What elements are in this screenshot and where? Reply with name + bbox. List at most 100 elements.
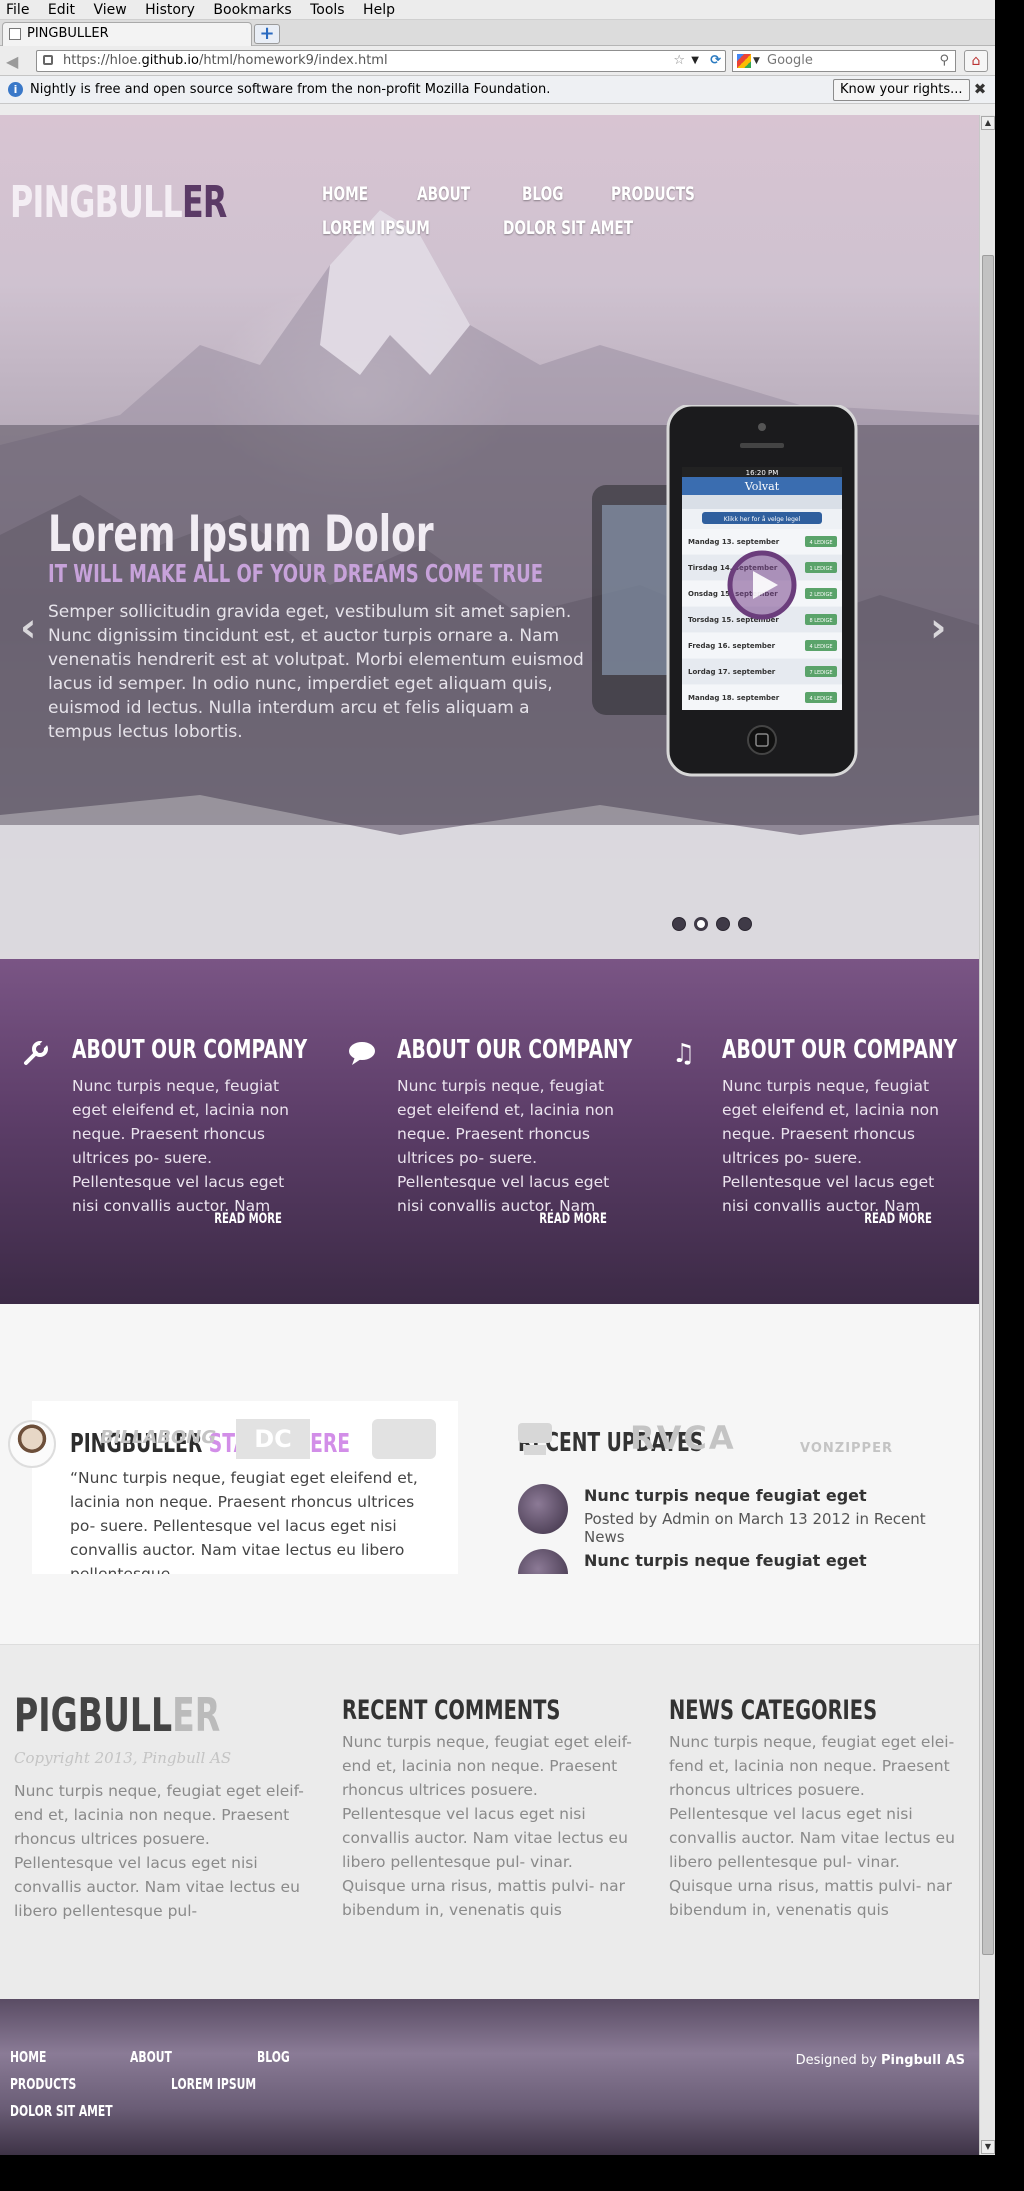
phone-row-badge-text: 2 LEDIGE	[809, 592, 832, 598]
search-bar[interactable]: ▼ Google ⚲	[732, 50, 956, 72]
read-more-link[interactable]: READ MORE	[347, 1211, 607, 1227]
footer-nav-blog[interactable]: BLOG	[257, 2048, 335, 2070]
phone-mockup: 16:20 PM Volvat Klikk her for å velge le…	[590, 403, 870, 795]
brand-figure-icon	[510, 1419, 560, 1459]
phone-row-day: Mandag 13. september	[688, 538, 780, 546]
brand-dc: DC	[236, 1419, 310, 1459]
phone-row-day: Fredag 16. september	[688, 642, 776, 650]
menu-bar: File Edit View History Bookmarks Tools H…	[0, 0, 995, 20]
lock-icon	[43, 55, 53, 65]
slide-text: Semper sollicitudin gravida eget, vestib…	[48, 602, 584, 742]
main-navigation: HOME ABOUT BLOG PRODUCTS LOREM IPSUM DOL…	[322, 183, 782, 251]
new-tab-button[interactable]: +	[254, 24, 280, 44]
recent-comments-text: Nunc turpis neque, feugiat eget eleif- e…	[342, 1733, 632, 1919]
features-section: ABOUT OUR COMPANY Nunc turpis neque, feu…	[0, 959, 979, 1304]
phone-row-badge-text: 4 LEDIGE	[809, 696, 832, 702]
scrollbar-thumb[interactable]	[982, 255, 994, 1955]
page-icon	[9, 28, 21, 40]
nav-lorem-ipsum[interactable]: LOREM IPSUM	[322, 217, 472, 239]
site-logo[interactable]: PINGBULLER	[10, 177, 311, 228]
navigation-bar: ◀ https://hloe.github.io/html/homework9/…	[0, 46, 995, 76]
close-icon[interactable]: ✖	[972, 82, 988, 98]
footer-nav-about[interactable]: ABOUT	[130, 2048, 220, 2070]
logo-accent: ER	[182, 177, 227, 228]
web-page: PINGBULLER HOME ABOUT BLOG PRODUCTS LORE…	[0, 115, 979, 2155]
music-note-icon: ♫	[672, 1039, 696, 1069]
menu-file[interactable]: File	[6, 2, 29, 18]
search-engine-dropdown-icon[interactable]: ▼	[753, 51, 760, 71]
phone-row-badge-text: 4 LEDIGE	[809, 644, 832, 650]
scroll-up-icon[interactable]: ▲	[981, 116, 995, 130]
recent-comments-title: RECENT COMMENTS	[342, 1695, 561, 1726]
phone-row-day: Mandag 18. september	[688, 694, 780, 702]
brand-badge-icon	[372, 1419, 436, 1459]
phone-row-badge-text: 4 LEDIGE	[809, 540, 832, 546]
slider-dot-4[interactable]	[738, 917, 752, 931]
slide-title: Lorem Ipsum Dolor	[48, 505, 434, 563]
reload-icon[interactable]: ⟳	[710, 51, 721, 71]
nav-home[interactable]: HOME	[322, 183, 386, 205]
feature-title: ABOUT OUR COMPANY	[722, 1035, 958, 1065]
footer: PIGBULLER Copyright 2013, Pingbull AS Nu…	[0, 1644, 979, 1999]
tab-bar: PINGBULLER +	[0, 20, 995, 46]
google-icon[interactable]	[737, 54, 751, 68]
brand-vonzipper: VONZIPPER	[800, 1441, 893, 1456]
nav-dolor-sit-amet[interactable]: DOLOR SIT AMET	[503, 217, 684, 239]
phone-cta: Klikk her for å velge legel	[724, 516, 801, 523]
menu-tools[interactable]: Tools	[310, 2, 345, 18]
vertical-scrollbar[interactable]: ▲ ▼	[979, 115, 995, 2155]
slider-dot-1[interactable]	[672, 917, 686, 931]
footer-nav-products[interactable]: PRODUCTS	[10, 2075, 134, 2097]
nav-products[interactable]: PRODUCTS	[611, 183, 728, 205]
browser-tab[interactable]: PINGBULLER	[2, 22, 252, 46]
url-path: /html/homework9/index.html	[198, 53, 388, 68]
read-more-link[interactable]: READ MORE	[672, 1211, 932, 1227]
nav-about[interactable]: ABOUT	[417, 183, 491, 205]
hero-section: PINGBULLER HOME ABOUT BLOG PRODUCTS LORE…	[0, 115, 979, 959]
feature-text: Nunc turpis neque, feugiat eget eleifend…	[72, 1077, 289, 1215]
speech-bubble-icon	[347, 1039, 377, 1069]
search-placeholder: Google	[767, 53, 813, 68]
brand-logos: BILLABONG DC RVCA VONZIPPER	[0, 1419, 979, 1499]
footer-nav-lorem-ipsum[interactable]: LOREM IPSUM	[171, 2075, 321, 2097]
designer-link[interactable]: Pingbull AS	[881, 2053, 965, 2068]
url-host: github.io	[141, 53, 199, 68]
home-icon[interactable]: ⌂	[964, 50, 988, 72]
back-arrow-icon[interactable]: ◀	[6, 52, 18, 71]
bookmark-star-icon[interactable]: ☆	[673, 51, 685, 71]
brand-billabong: BILLABONG	[100, 1427, 217, 1448]
scroll-down-icon[interactable]: ▼	[981, 2140, 995, 2154]
update-title[interactable]: Nunc turpis neque feugiat eget	[584, 1551, 867, 1570]
update-item[interactable]: Nunc turpis neque feugiat eget	[518, 1549, 958, 1574]
slider-prev-icon[interactable]: ‹	[20, 605, 36, 651]
feature-text: Nunc turpis neque, feugiat eget eleifend…	[397, 1077, 614, 1215]
footer-nav-home[interactable]: HOME	[10, 2048, 92, 2070]
menu-bookmarks[interactable]: Bookmarks	[213, 2, 291, 18]
logo-main: PINGBULL	[10, 177, 183, 228]
search-icon[interactable]: ⚲	[939, 51, 949, 71]
url-prefix: https://hloe.	[63, 53, 142, 68]
brand-rvca: RVCA	[630, 1419, 736, 1457]
news-categories-text: Nunc turpis neque, feugiat eget elei- fe…	[669, 1733, 955, 1919]
slider-dots	[672, 916, 760, 935]
browser-chrome: File Edit View History Bookmarks Tools H…	[0, 0, 995, 115]
slider-dot-2[interactable]	[694, 917, 708, 931]
url-bar[interactable]: https://hloe.github.io/html/homework9/in…	[36, 50, 726, 72]
designed-by: Designed by Pingbull AS	[795, 2053, 965, 2068]
menu-edit[interactable]: Edit	[48, 2, 75, 18]
menu-view[interactable]: View	[93, 2, 126, 18]
footer-nav-dolor-sit-amet[interactable]: DOLOR SIT AMET	[10, 2102, 185, 2124]
tab-title: PINGBULLER	[27, 26, 109, 41]
know-your-rights-button[interactable]: Know your rights...	[833, 79, 970, 101]
nav-blog[interactable]: BLOG	[522, 183, 580, 205]
copyright: Copyright 2013, Pingbull AS	[14, 1749, 232, 1767]
read-more-link[interactable]: READ MORE	[22, 1211, 282, 1227]
slider-dot-3[interactable]	[716, 917, 730, 931]
slider-next-icon[interactable]: ›	[930, 605, 946, 651]
footer-about-text: Nunc turpis neque, feugiat eget eleif- e…	[14, 1782, 304, 1920]
news-categories-title: NEWS CATEGORIES	[669, 1695, 878, 1726]
url-dropdown-icon[interactable]: ▼	[691, 51, 699, 71]
phone-row-badge-text: 7 LEDIGE	[809, 670, 832, 676]
menu-history[interactable]: History	[145, 2, 195, 18]
menu-help[interactable]: Help	[363, 2, 395, 18]
